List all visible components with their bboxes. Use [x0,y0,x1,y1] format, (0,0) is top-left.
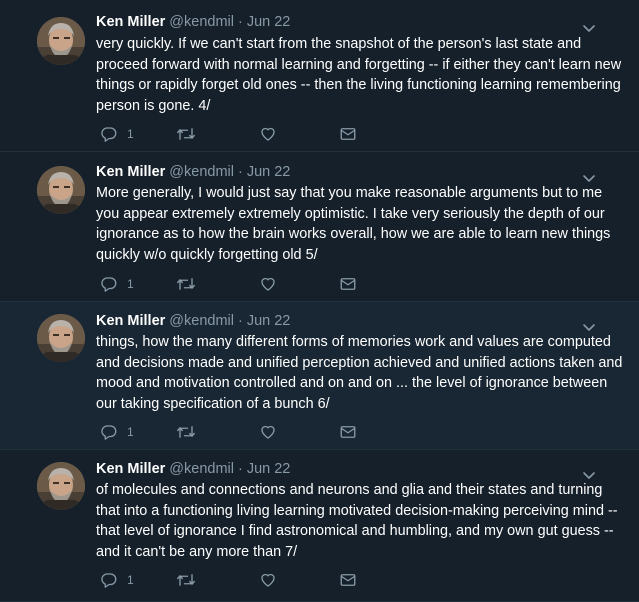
reply-button[interactable]: 1 [100,274,134,294]
like-button[interactable] [259,274,277,294]
direct-message-button[interactable] [339,124,357,144]
tweet-actions: 1 [96,124,366,144]
tweet-header: Ken Miller @kendmil · Jun 22 [96,162,290,182]
separator-dot: · [237,461,243,477]
reply-icon [100,125,118,143]
author-handle[interactable]: @kendmil [169,313,234,329]
reply-count: 1 [127,425,134,439]
direct-message-button[interactable] [339,570,357,590]
tweet[interactable]: Ken Miller @kendmil · Jun 22 very quickl… [0,0,639,152]
tweet-date[interactable]: Jun 22 [247,313,291,329]
author-name[interactable]: Ken Miller [96,164,165,180]
retweet-button[interactable] [176,422,196,442]
like-button[interactable] [259,422,277,442]
separator-dot: · [237,313,243,329]
separator-dot: · [237,14,243,30]
tweet[interactable]: Ken Miller @kendmil · Jun 22 More genera… [0,152,639,302]
reply-icon [100,275,118,293]
retweet-button[interactable] [176,124,196,144]
author-name[interactable]: Ken Miller [96,14,165,30]
avatar[interactable] [37,462,85,510]
tweet-actions: 1 [96,274,366,294]
heart-icon [259,125,277,143]
chevron-down-icon[interactable] [582,21,596,32]
tweet-text: More generally, I would just say that yo… [96,185,611,263]
tweet-thread: Ken Miller @kendmil · Jun 22 very quickl… [0,0,639,602]
avatar[interactable] [37,314,85,362]
reply-icon [100,571,118,589]
tweet-header: Ken Miller @kendmil · Jun 22 [96,12,290,32]
retweet-icon [176,125,196,143]
retweet-icon [176,571,196,589]
reply-count: 1 [127,277,134,291]
author-handle[interactable]: @kendmil [169,461,234,477]
tweet[interactable]: Ken Miller @kendmil · Jun 22 of molecule… [0,450,639,602]
tweet-text: things, how the many different forms of … [96,334,623,412]
tweet-date[interactable]: Jun 22 [247,461,291,477]
envelope-icon [339,126,357,142]
tweet-date[interactable]: Jun 22 [247,14,291,30]
reply-icon [100,423,118,441]
reply-count: 1 [127,127,134,141]
tweet-text: very quickly. If we can't start from the… [96,36,622,114]
envelope-icon [339,424,357,440]
tweet-header: Ken Miller @kendmil · Jun 22 [96,459,290,479]
like-button[interactable] [259,124,277,144]
chevron-down-icon[interactable] [582,171,596,182]
retweet-icon [176,275,196,293]
avatar[interactable] [37,17,85,65]
retweet-button[interactable] [176,570,196,590]
reply-button[interactable]: 1 [100,422,134,442]
tweet-actions: 1 [96,570,366,590]
author-handle[interactable]: @kendmil [169,164,234,180]
envelope-icon [339,572,357,588]
tweet[interactable]: Ken Miller @kendmil · Jun 22 things, how… [0,302,639,450]
chevron-down-icon[interactable] [582,468,596,479]
heart-icon [259,423,277,441]
tweet-actions: 1 [96,422,366,442]
heart-icon [259,571,277,589]
heart-icon [259,275,277,293]
author-handle[interactable]: @kendmil [169,14,234,30]
author-name[interactable]: Ken Miller [96,313,165,329]
chevron-down-icon[interactable] [582,320,596,331]
like-button[interactable] [259,570,277,590]
tweet-date[interactable]: Jun 22 [247,164,291,180]
tweet-text: of molecules and connections and neurons… [96,482,618,560]
separator-dot: · [237,164,243,180]
direct-message-button[interactable] [339,422,357,442]
reply-count: 1 [127,573,134,587]
reply-button[interactable]: 1 [100,570,134,590]
author-name[interactable]: Ken Miller [96,461,165,477]
avatar[interactable] [37,166,85,214]
direct-message-button[interactable] [339,274,357,294]
retweet-icon [176,423,196,441]
tweet-header: Ken Miller @kendmil · Jun 22 [96,311,290,331]
envelope-icon [339,276,357,292]
reply-button[interactable]: 1 [100,124,134,144]
retweet-button[interactable] [176,274,196,294]
